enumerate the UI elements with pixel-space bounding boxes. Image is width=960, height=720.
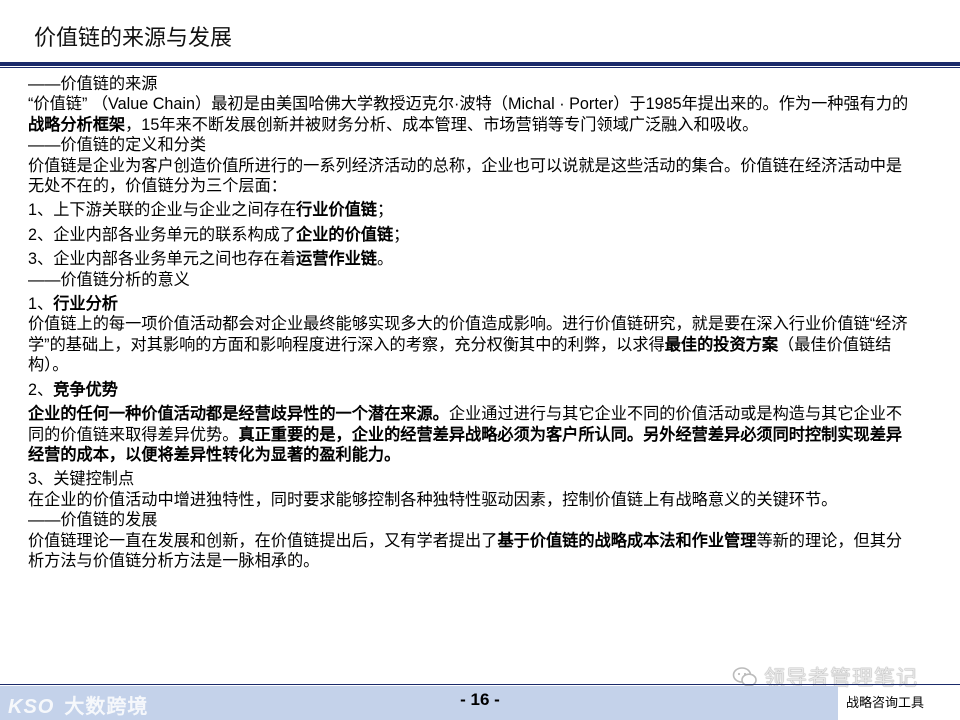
section-heading-source: ——价值链的来源 [28, 75, 158, 93]
title-divider-thin [0, 67, 960, 68]
footer-divider [0, 684, 960, 685]
subheading-key-control-points: 3、关键控制点 [28, 470, 135, 489]
section-heading-development: ——价值链的发展 [28, 511, 158, 530]
subheading-competitive-advantage: 2、竞争优势 [28, 380, 118, 399]
paragraph-key-control-points: 在企业的价值活动中增进独特性，同时要求能够控制各种独特性驱动因素，控制价值链上有… [28, 490, 838, 509]
paragraph-source: “价值链” （Value Chain）最初是由美国哈佛大学教授迈克尔·波特（Mi… [28, 95, 909, 134]
watermark-left: KSO 大数跨境 [8, 690, 148, 719]
paragraph-competitive-advantage: 企业的任何一种价值活动都是经营歧异性的一个潜在来源。企业通过进行与其它企业不同的… [28, 405, 903, 464]
watermark-logo-mark: KSO [8, 696, 55, 718]
paragraph-definition: 价值链是企业为客户创造价值所进行的一系列经济活动的总称，企业也可以说就是这些活动… [28, 156, 903, 196]
title-divider [0, 62, 960, 66]
body-text: ——价值链的来源 “价值链” （Value Chain）最初是由美国哈佛大学教授… [28, 74, 918, 571]
list-item: 1、上下游关联的企业与企业之间存在行业价值链； [28, 201, 394, 220]
watermark-left-text: 大数跨境 [64, 696, 149, 718]
page-number: - 16 - [460, 690, 500, 709]
page-title: 价值链的来源与发展 [34, 25, 233, 50]
subheading-industry-analysis: 1、行业分析 [28, 295, 118, 314]
list-item: 2、企业内部各业务单元的联系构成了企业的价值链； [28, 225, 410, 244]
section-heading-significance: ——价值链分析的意义 [28, 270, 190, 289]
paragraph-industry-analysis: 价值链上的每一项价值活动都会对企业最终能够实现多大的价值造成影响。进行价值链研究… [28, 315, 908, 375]
section-heading-definition: ——价值链的定义和分类 [28, 136, 207, 155]
list-item: 3、企业内部各业务单元之间也存在着运营作业链。 [28, 250, 394, 269]
footer-label: 战略咨询工具 [846, 695, 925, 710]
paragraph-development: 价值链理论一直在发展和创新，在价值链提出后，又有学者提出了基于价值链的战略成本法… [28, 531, 903, 570]
